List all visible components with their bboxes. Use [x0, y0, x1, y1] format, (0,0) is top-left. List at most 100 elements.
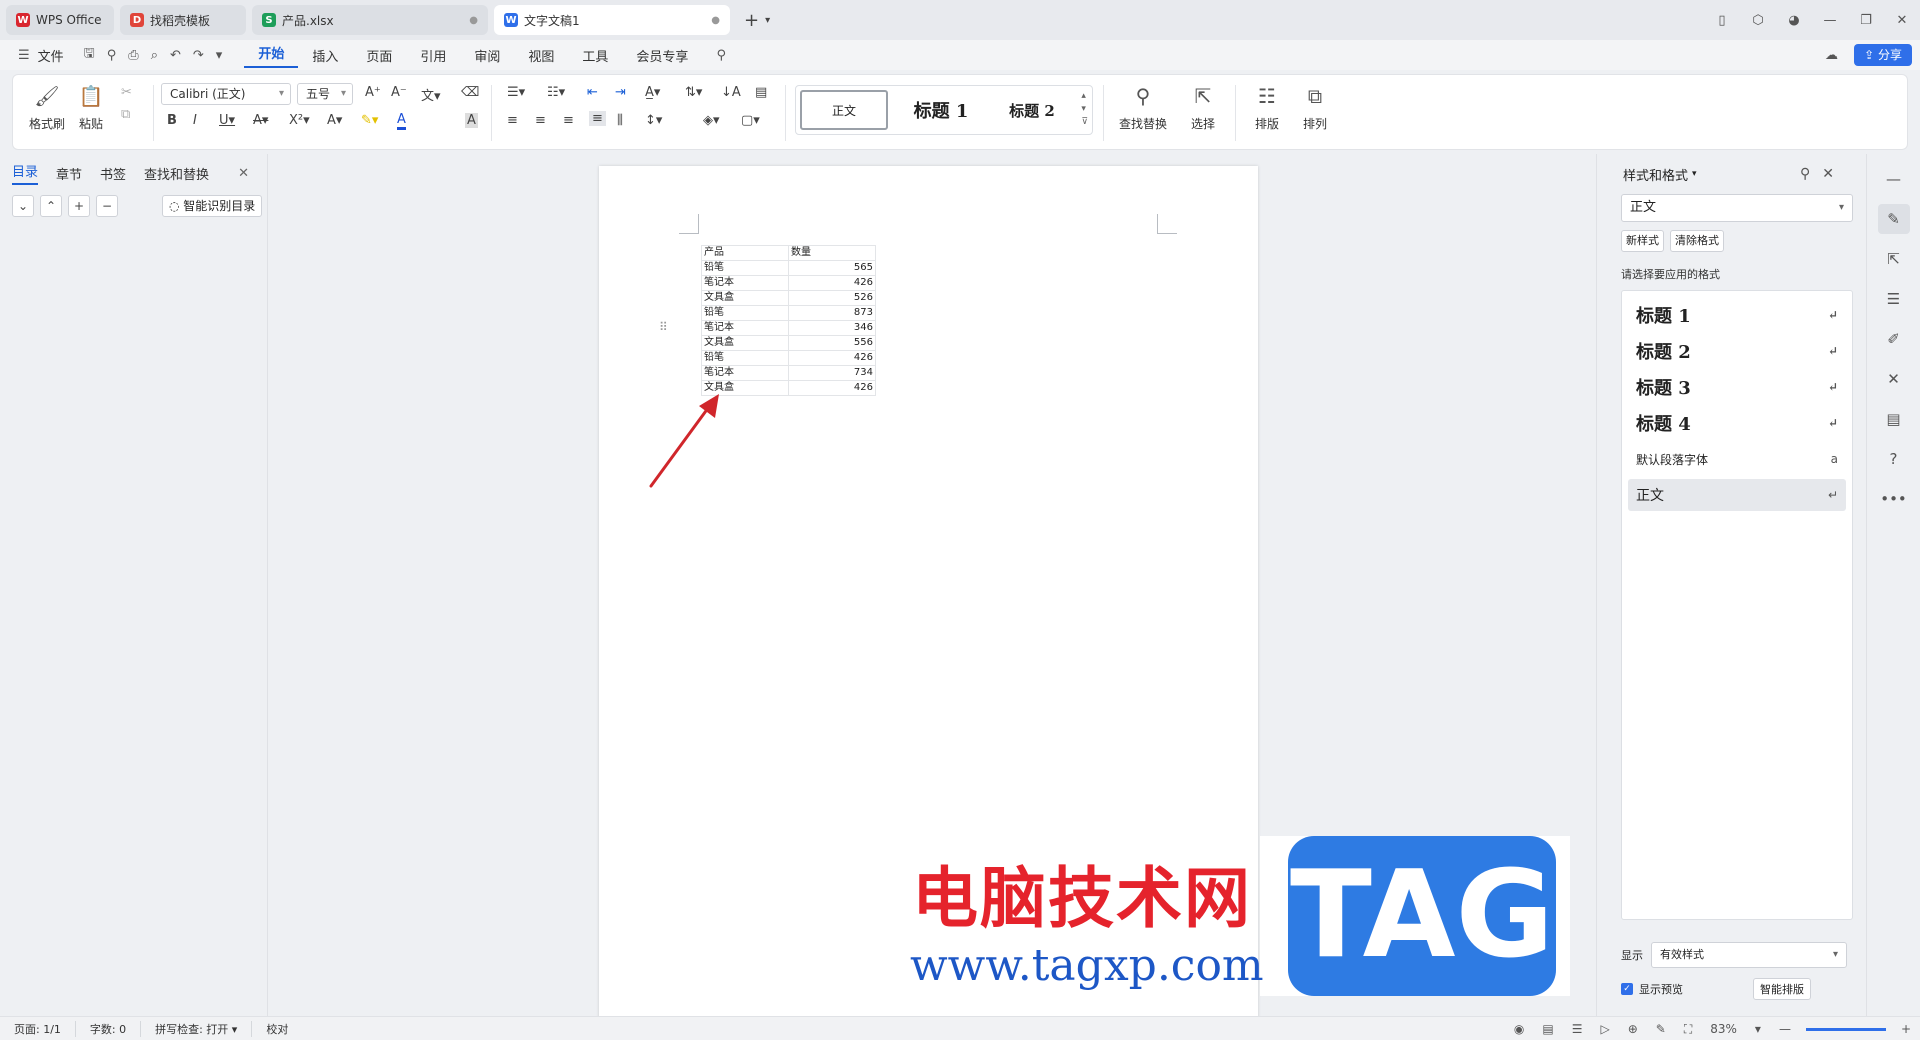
smart-toc-button[interactable]: ◌ 智能识别目录	[162, 195, 263, 217]
copy-icon[interactable]: ⧉	[121, 107, 130, 122]
cell-product[interactable]: 笔记本	[701, 365, 789, 381]
minus-icon[interactable]: —	[1878, 164, 1910, 194]
zoom-slider[interactable]	[1805, 1027, 1886, 1031]
cell-product[interactable]: 笔记本	[701, 320, 789, 336]
avatar[interactable]: ◕	[1776, 13, 1812, 28]
smart-layout-button[interactable]: 智能排版	[1753, 978, 1811, 1000]
chevron-down-icon[interactable]: ▾	[1692, 169, 1697, 179]
cell-quantity[interactable]: 426	[788, 275, 876, 291]
data-table[interactable]: 产品 数量 铅笔 565 笔记本 426 文具盒 526 铅笔 873 笔记本 346 文具盒 556 铅笔…	[701, 245, 876, 396]
print-preview-icon[interactable]: ⌕	[145, 48, 164, 63]
sort-icon[interactable]: ⇅▾	[685, 85, 702, 100]
new-tab-icon[interactable]: +	[744, 10, 759, 31]
text-direction-icon[interactable]: A̲▾	[645, 85, 660, 100]
gallery-scroll-icon[interactable]: ▴ ▾ ⊽	[1081, 90, 1088, 129]
phonetic-icon[interactable]: 文▾	[421, 85, 441, 104]
tab-document[interactable]: W 文字文稿1 ●	[494, 5, 730, 35]
close-icon[interactable]: ✕	[238, 166, 249, 181]
nav-tab-chapters[interactable]: 章节	[56, 164, 82, 183]
cell-product[interactable]: 产品	[701, 245, 789, 261]
show-select[interactable]: 有效样式 ▾	[1651, 942, 1847, 968]
search-icon[interactable]: ⚲	[710, 48, 732, 63]
strikethrough-icon[interactable]: A▾	[253, 113, 268, 128]
tools-icon[interactable]: ✕	[1878, 364, 1910, 394]
word-count[interactable]: 字数: 0	[76, 1020, 142, 1037]
ruler-icon[interactable]: ▤	[755, 85, 767, 100]
plus-icon[interactable]: +	[68, 195, 90, 217]
print-icon[interactable]: ⎙	[122, 48, 144, 63]
zoom-out-icon[interactable]: —	[1779, 1022, 1791, 1036]
underline-icon[interactable]: U▾	[219, 113, 235, 128]
cell-quantity[interactable]: 346	[788, 320, 876, 336]
align-left-icon[interactable]: ≡	[507, 113, 518, 128]
page-view-icon[interactable]: ▤	[1542, 1022, 1553, 1036]
cell-quantity[interactable]: 426	[788, 380, 876, 396]
proofread[interactable]: 校对	[252, 1021, 302, 1037]
border-icon[interactable]: ▢▾	[741, 113, 760, 128]
tab-reference[interactable]: 引用	[406, 46, 460, 65]
tab-wps-office[interactable]: W WPS Office	[6, 5, 114, 35]
font-color-icon[interactable]: A	[397, 113, 406, 130]
chevron-down-icon[interactable]: ▾	[1755, 1022, 1761, 1036]
style-heading-2[interactable]: 标题 2	[992, 90, 1072, 130]
book-icon[interactable]: ▤	[1878, 404, 1910, 434]
undo-icon[interactable]: ↶	[164, 48, 187, 63]
fit-icon[interactable]: ⛶	[1684, 1022, 1692, 1037]
cell-product[interactable]: 铅笔	[701, 260, 789, 276]
restore-icon[interactable]: ❐	[1848, 13, 1884, 28]
page-count[interactable]: 页面: 1/1	[0, 1020, 76, 1037]
style-heading-1[interactable]: 标题 1	[896, 90, 986, 130]
sliders-icon[interactable]: ☰	[1878, 284, 1910, 314]
nav-tab-bookmarks[interactable]: 书签	[100, 164, 126, 183]
spell-check[interactable]: 拼写检查: 打开 ▾	[141, 1020, 253, 1037]
eye-icon[interactable]: ◉	[1514, 1022, 1524, 1036]
chevron-down-icon[interactable]: ⌄	[12, 195, 34, 217]
tab-xlsx[interactable]: S 产品.xlsx ●	[252, 5, 488, 35]
select-button[interactable]: ⇱ 选择	[1179, 83, 1227, 132]
tab-view[interactable]: 视图	[514, 46, 568, 65]
minus-icon[interactable]: −	[96, 195, 118, 217]
tab-member[interactable]: 会员专享	[622, 46, 702, 65]
text-effect-icon[interactable]: A▾	[327, 113, 342, 128]
style-list-heading-4[interactable]: 标题 4 ↵	[1628, 407, 1846, 439]
pin-icon[interactable]: ⚲	[1800, 166, 1822, 182]
chevron-down-icon[interactable]: ▾	[765, 15, 770, 26]
format-brush-button[interactable]: 🖌 格式刷	[23, 83, 71, 132]
tab-page[interactable]: 页面	[352, 46, 406, 65]
distribute-icon[interactable]: ⫼	[617, 113, 623, 128]
play-icon[interactable]: ▷	[1600, 1022, 1609, 1036]
chevron-up-icon[interactable]: ⌃	[40, 195, 62, 217]
line-spacing-icon[interactable]: ↕▾	[645, 113, 662, 128]
cut-icon[interactable]: ✂	[121, 85, 132, 100]
paste-button[interactable]: 📋 粘贴	[67, 83, 115, 132]
indent-icon[interactable]: ⇥	[615, 85, 626, 100]
minimize-icon[interactable]: —	[1812, 13, 1848, 28]
cell-product[interactable]: 铅笔	[701, 350, 789, 366]
cell-product[interactable]: 铅笔	[701, 305, 789, 321]
web-view-icon[interactable]: ⊕	[1628, 1022, 1638, 1036]
style-list-heading-2[interactable]: 标题 2 ↵	[1628, 335, 1846, 367]
redo-icon[interactable]: ↷	[187, 48, 210, 63]
cell-product[interactable]: 文具盒	[701, 335, 789, 351]
pen-icon[interactable]: ✎	[1656, 1022, 1666, 1036]
italic-icon[interactable]: I	[193, 113, 197, 128]
help-icon[interactable]: ?	[1878, 444, 1910, 474]
bullets-icon[interactable]: ☰▾	[507, 85, 525, 100]
zoom-in-icon[interactable]: +	[1901, 1022, 1911, 1036]
file-menu[interactable]: 文件	[36, 46, 78, 65]
arrange-button[interactable]: ⧉ 排列	[1291, 83, 1339, 132]
clear-format-button[interactable]: 清除格式	[1670, 230, 1724, 252]
cell-quantity[interactable]: 526	[788, 290, 876, 306]
char-shading-icon[interactable]: A	[465, 113, 478, 128]
align-center-icon[interactable]: ≡	[535, 113, 546, 128]
tab-tools[interactable]: 工具	[568, 46, 622, 65]
cell-product[interactable]: 笔记本	[701, 275, 789, 291]
outline-view-icon[interactable]: ☰	[1572, 1022, 1583, 1036]
close-icon[interactable]: ✕	[1822, 166, 1846, 182]
shading-icon[interactable]: ◈▾	[703, 113, 720, 128]
sort-az-icon[interactable]: ↓A	[721, 85, 741, 100]
tab-close-icon[interactable]: ●	[711, 15, 720, 26]
cloud-icon[interactable]: ☁	[1819, 48, 1844, 63]
nav-tab-find-replace[interactable]: 查找和替换	[144, 164, 209, 183]
cursor-icon[interactable]: ⇱	[1878, 244, 1910, 274]
